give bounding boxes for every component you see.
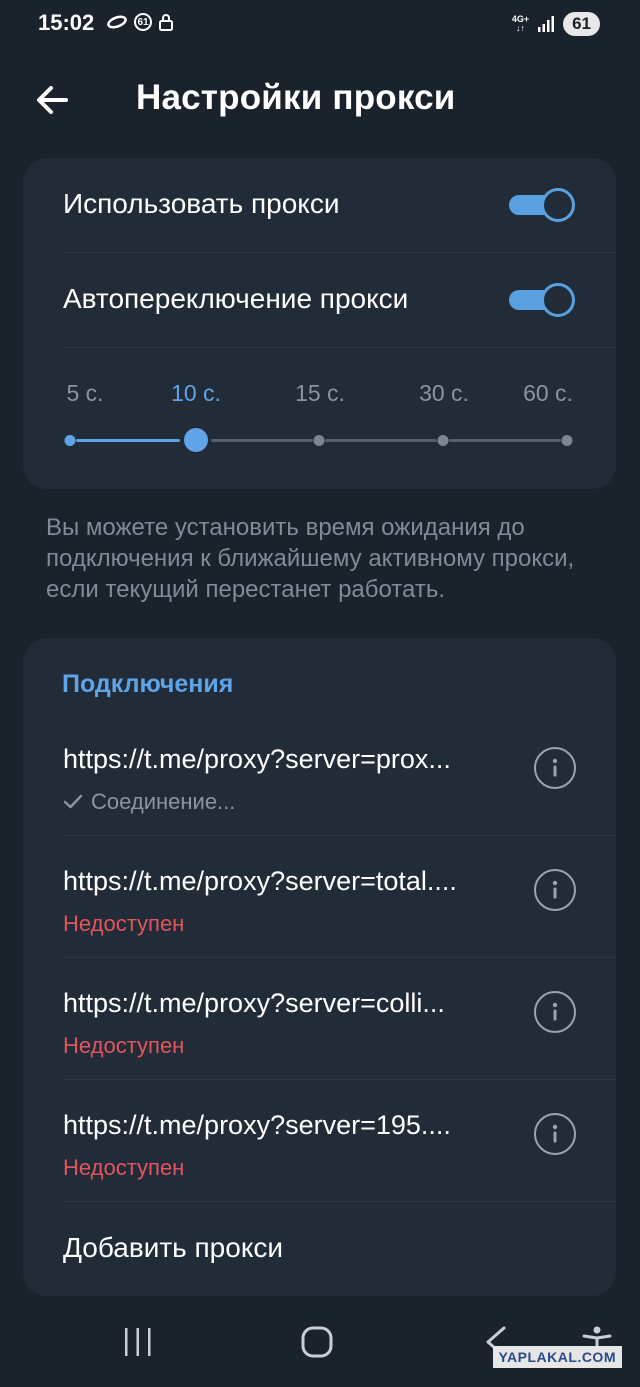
proxy-status: Недоступен bbox=[63, 911, 185, 936]
status-left-icons: 61 bbox=[106, 13, 174, 31]
proxy-url: https://t.me/proxy?server=colli... bbox=[63, 988, 445, 1018]
network-type: 4G+ ↓↑ bbox=[511, 14, 530, 33]
timeout-slider[interactable] bbox=[23, 426, 616, 456]
auto-switch-row[interactable]: Автопереключение прокси bbox=[23, 253, 616, 347]
info-glyph bbox=[552, 1002, 558, 1021]
toggle-knob bbox=[541, 283, 575, 317]
timeout-labels: 5 с. 10 с. 15 с. 30 с. 60 с. bbox=[23, 380, 616, 410]
home-icon bbox=[301, 1326, 333, 1358]
status-bar: 15:02 61 4G+ ↓↑ 61 bbox=[0, 0, 640, 50]
toggle-knob bbox=[541, 188, 575, 222]
divider bbox=[63, 1201, 616, 1202]
notification-badge: 61 bbox=[134, 13, 152, 31]
watermark: YAPLAKAL.COM bbox=[492, 1346, 622, 1368]
slider-track bbox=[449, 439, 561, 442]
info-icon[interactable] bbox=[534, 869, 576, 911]
timeout-option[interactable]: 30 с. bbox=[419, 380, 469, 407]
info-icon[interactable] bbox=[534, 747, 576, 789]
add-proxy-button[interactable]: Добавить прокси bbox=[63, 1232, 283, 1264]
slider-track bbox=[325, 439, 437, 442]
connections-card: Подключения https://t.me/proxy?server=pr… bbox=[23, 638, 616, 1296]
status-right-icons: 4G+ ↓↑ 61 bbox=[512, 12, 600, 36]
info-glyph bbox=[552, 758, 558, 777]
signal-icon bbox=[538, 16, 555, 32]
battery-indicator: 61 bbox=[563, 12, 600, 36]
slider-step bbox=[561, 435, 573, 446]
info-glyph bbox=[552, 1124, 558, 1143]
timeout-option[interactable]: 60 с. bbox=[523, 380, 573, 407]
divider bbox=[63, 347, 616, 348]
recent-apps-icon bbox=[125, 1328, 151, 1356]
network-type-label: 4G+ bbox=[511, 14, 530, 24]
slider-thumb[interactable] bbox=[184, 428, 208, 452]
proxy-item[interactable]: https://t.me/proxy?server=colli... Недос… bbox=[23, 958, 616, 1079]
info-icon[interactable] bbox=[534, 1113, 576, 1155]
use-proxy-row[interactable]: Использовать прокси bbox=[23, 158, 616, 252]
home-button[interactable] bbox=[298, 1325, 336, 1359]
slider-track bbox=[211, 439, 313, 442]
proxy-status: Соединение... bbox=[63, 789, 235, 815]
use-proxy-label: Использовать прокси bbox=[63, 188, 340, 219]
proxy-item[interactable]: https://t.me/proxy?server=total.... Недо… bbox=[23, 836, 616, 957]
slider-step bbox=[64, 435, 76, 446]
lock-icon bbox=[159, 14, 173, 31]
timeout-hint: Вы можете установить время ожидания до п… bbox=[46, 514, 575, 603]
page-title: Настройки прокси bbox=[136, 78, 456, 117]
proxy-status: Недоступен bbox=[63, 1033, 185, 1058]
proxy-item[interactable]: https://t.me/proxy?server=195.... Недост… bbox=[23, 1080, 616, 1201]
app-header: Настройки прокси bbox=[0, 70, 640, 126]
proxy-item[interactable]: https://t.me/proxy?server=prox... Соедин… bbox=[23, 714, 616, 835]
timeout-option-selected[interactable]: 10 с. bbox=[171, 380, 221, 407]
system-nav-bar bbox=[0, 1300, 640, 1387]
use-proxy-toggle[interactable] bbox=[509, 188, 575, 222]
auto-switch-label: Автопереключение прокси bbox=[63, 283, 409, 314]
info-icon[interactable] bbox=[534, 991, 576, 1033]
proxy-settings-card: Использовать прокси Автопереключение про… bbox=[23, 158, 616, 489]
slider-fill bbox=[76, 439, 180, 442]
info-glyph bbox=[552, 880, 558, 899]
proxy-status-text: Соединение... bbox=[91, 789, 236, 814]
status-time: 15:02 bbox=[38, 10, 95, 35]
ring-icon bbox=[107, 15, 127, 29]
checkmark-icon bbox=[63, 794, 83, 809]
proxy-url: https://t.me/proxy?server=195.... bbox=[63, 1110, 451, 1140]
slider-step bbox=[313, 435, 325, 446]
back-button[interactable] bbox=[30, 78, 74, 122]
timeout-option[interactable]: 5 с. bbox=[66, 380, 103, 407]
proxy-url: https://t.me/proxy?server=prox... bbox=[63, 744, 451, 774]
proxy-status: Недоступен bbox=[63, 1155, 185, 1180]
timeout-option[interactable]: 15 с. bbox=[295, 380, 345, 407]
auto-switch-toggle[interactable] bbox=[509, 283, 575, 317]
proxy-url: https://t.me/proxy?server=total.... bbox=[63, 866, 457, 896]
slider-step bbox=[437, 435, 449, 446]
arrow-left-icon bbox=[37, 86, 68, 114]
recent-apps-button[interactable] bbox=[118, 1325, 158, 1359]
connections-title: Подключения bbox=[62, 670, 234, 698]
